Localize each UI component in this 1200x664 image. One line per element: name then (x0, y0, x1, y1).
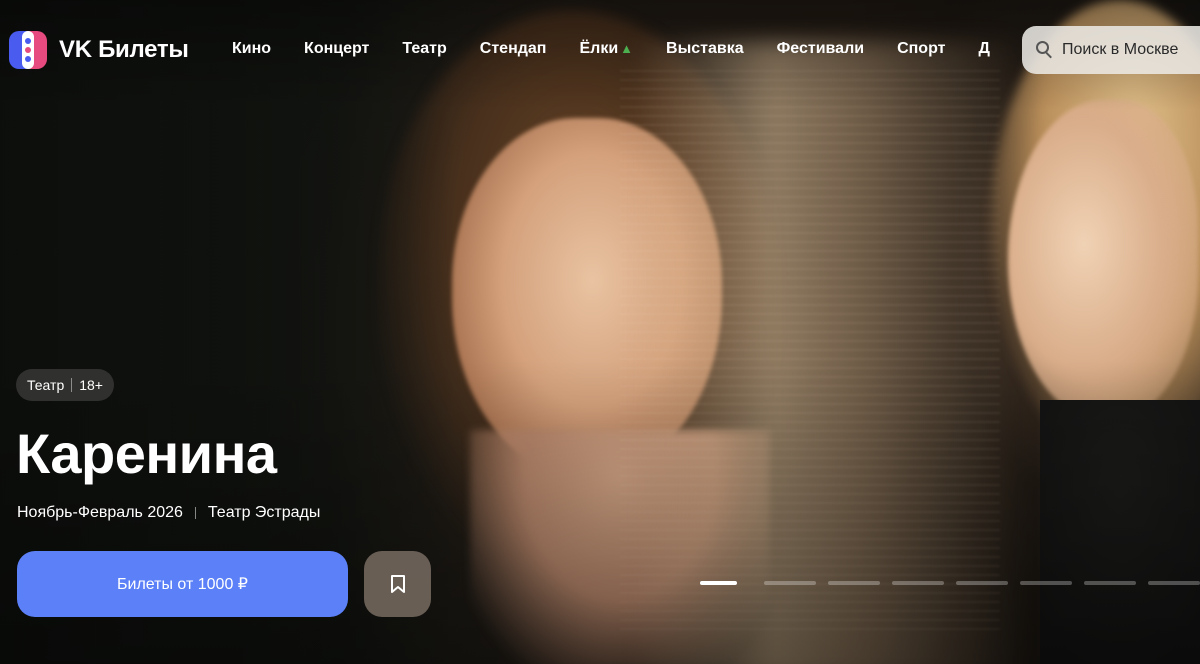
slider-dot[interactable] (828, 581, 880, 585)
nav-item-label: Концерт (304, 40, 370, 57)
slider-dot[interactable] (700, 581, 737, 585)
nav-item-label: Театр (402, 40, 447, 57)
slider-dot[interactable] (1020, 581, 1072, 585)
nav-item-exhibition[interactable]: Выставка (666, 40, 744, 62)
nav-item-label: Фестивали (776, 40, 865, 57)
nav-item-truncated[interactable]: Д (978, 40, 989, 62)
event-badge: Театр 18+ (16, 369, 114, 401)
search-icon (1036, 41, 1053, 59)
nav-item-concert[interactable]: Концерт (304, 40, 369, 62)
nav-item-theatre[interactable]: Театр (402, 40, 446, 62)
meta-divider (194, 507, 196, 519)
nav-item-label: Ёлки (579, 40, 619, 57)
nav-item-cinema[interactable]: Кино (232, 40, 271, 62)
logo-text: VK Билеты (59, 36, 189, 63)
nav-item-label: Д (978, 40, 990, 57)
event-dates: Ноябрь-Февраль 2026 (17, 504, 183, 521)
bookmark-icon (390, 575, 405, 593)
search-input[interactable] (1062, 41, 1200, 59)
slider-dot[interactable] (892, 581, 944, 585)
nav-item-sport[interactable]: Спорт (897, 40, 945, 62)
site-header: VK Билеты Кино Концерт Театр Стендап Ёлк… (0, 0, 1200, 100)
slider-pagination (700, 581, 1200, 585)
slider-dot[interactable] (1084, 581, 1136, 585)
vk-tickets-logo-icon (9, 31, 47, 69)
nav-item-new-year-trees[interactable]: Ёлки ▲ (579, 40, 633, 62)
age-rating: 18+ (79, 377, 103, 393)
nav-item-label: Спорт (897, 40, 946, 57)
badge-divider (71, 378, 73, 392)
main-nav: Кино Концерт Театр Стендап Ёлки ▲ Выставк… (232, 40, 1023, 62)
bookmark-button[interactable] (364, 551, 431, 617)
search-box[interactable] (1022, 26, 1200, 74)
logo-link[interactable]: VK Билеты (9, 31, 189, 69)
nav-item-festivals[interactable]: Фестивали (777, 40, 864, 62)
event-meta: Ноябрь-Февраль 2026 Театр Эстрады (17, 504, 320, 522)
buy-tickets-button[interactable]: Билеты от 1000 ₽ (17, 551, 348, 617)
slider-dot[interactable] (764, 581, 816, 585)
event-title: Каренина (16, 422, 277, 485)
nav-item-label: Стендап (479, 40, 547, 57)
nav-item-standup[interactable]: Стендап (480, 40, 547, 62)
nav-item-label: Выставка (666, 40, 744, 57)
slider-dot[interactable] (1148, 581, 1200, 585)
event-category: Театр (27, 377, 65, 393)
event-venue: Театр Эстрады (207, 504, 321, 521)
nav-item-label: Кино (232, 40, 272, 57)
slider-dot[interactable] (956, 581, 1008, 585)
christmas-tree-icon: ▲ (620, 41, 634, 56)
